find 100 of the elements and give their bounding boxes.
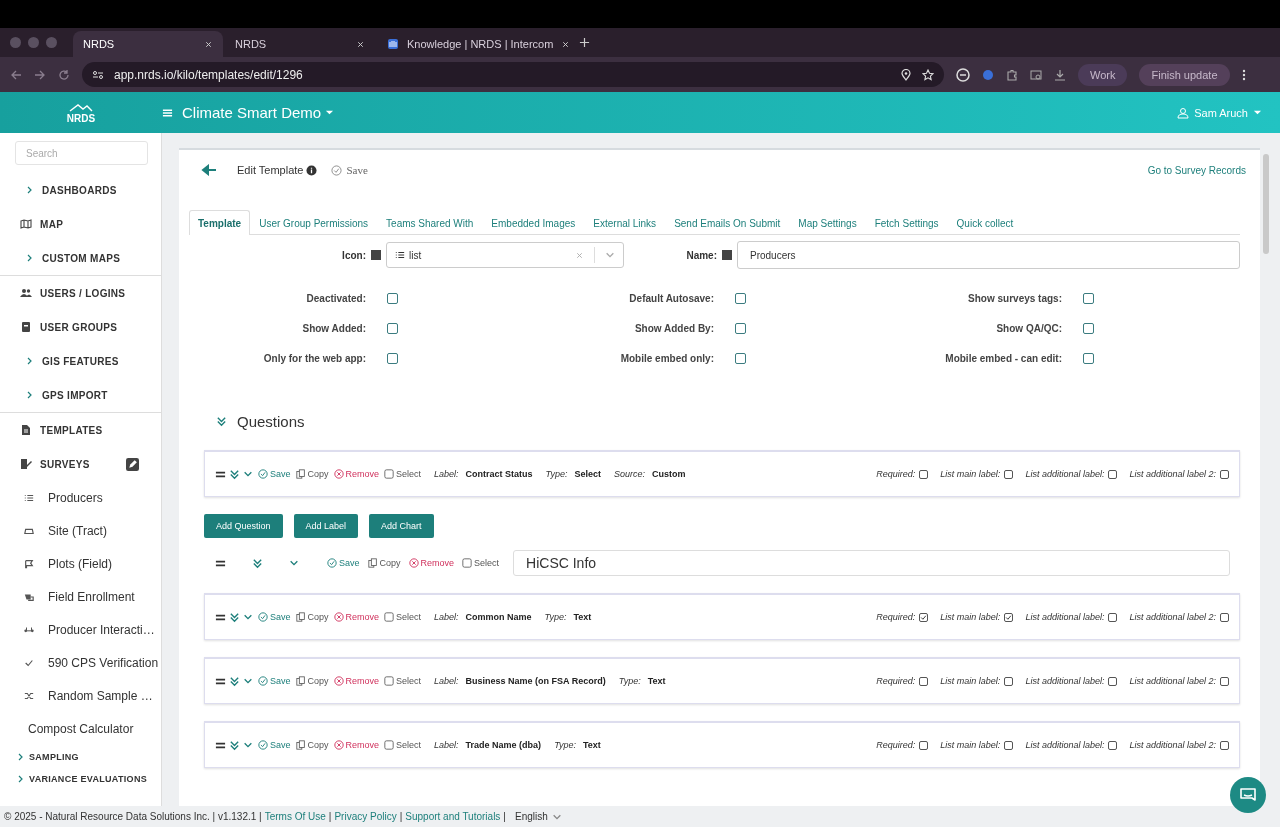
footer-link[interactable]: Support and Tutorials bbox=[405, 811, 501, 822]
sidebar-item[interactable]: Plots (Field) bbox=[0, 547, 161, 580]
add-button[interactable]: Add Label bbox=[293, 514, 359, 538]
tab[interactable]: External Links bbox=[584, 210, 666, 235]
search-field[interactable]: Search bbox=[15, 141, 148, 165]
sidebar-item[interactable]: SAMPLING bbox=[0, 746, 161, 768]
remove-button[interactable]: Remove bbox=[333, 469, 380, 479]
browser-tab[interactable]: NRDS bbox=[225, 31, 375, 57]
sidebar-item[interactable]: 590 CPS Verification bbox=[0, 646, 161, 679]
language-dropdown[interactable]: English bbox=[514, 811, 562, 822]
tab[interactable]: Template bbox=[189, 210, 251, 235]
add-button[interactable]: Add Question bbox=[204, 514, 283, 538]
browser-tab[interactable]: Knowledge | NRDS | Intercom bbox=[377, 31, 567, 57]
sidebar-item[interactable]: CUSTOM MAPS bbox=[0, 241, 161, 275]
checkbox[interactable] bbox=[919, 676, 929, 686]
checkbox[interactable] bbox=[387, 323, 398, 334]
sidebar-item[interactable]: USER GROUPS bbox=[0, 310, 161, 344]
checkbox[interactable] bbox=[1108, 612, 1118, 622]
label-field[interactable]: HiCSC Info bbox=[513, 550, 1230, 576]
minimize-dot-icon[interactable] bbox=[28, 37, 39, 48]
tab[interactable]: Quick collect bbox=[947, 210, 1023, 235]
sidebar-item[interactable]: GIS FEATURES bbox=[0, 344, 161, 378]
profile-button[interactable]: Work bbox=[1078, 63, 1128, 86]
address-bar[interactable]: app.nrds.io/kilo/templates/edit/1296 bbox=[82, 62, 944, 87]
sidebar-item[interactable]: TEMPLATES bbox=[0, 413, 161, 447]
tab[interactable]: Embedded Images bbox=[482, 210, 585, 235]
survey-records-link[interactable]: Go to Survey Records bbox=[1147, 164, 1246, 176]
footer-link[interactable]: Terms Of Use bbox=[264, 811, 326, 822]
browser-tab[interactable]: NRDS bbox=[73, 31, 223, 57]
checkbox[interactable] bbox=[735, 353, 746, 364]
sidebar-item[interactable]: Compost Calculator bbox=[0, 712, 161, 746]
copy-button[interactable]: Copy bbox=[295, 612, 329, 622]
remove-button[interactable]: Remove bbox=[333, 612, 380, 622]
caret-icon bbox=[243, 469, 253, 479]
sidebar-item[interactable]: DASHBOARDS bbox=[0, 173, 161, 207]
checkbox[interactable] bbox=[1108, 469, 1118, 479]
select-button[interactable]: Select bbox=[384, 604, 422, 630]
checkbox[interactable] bbox=[1083, 353, 1094, 364]
save-button[interactable]: Save bbox=[327, 558, 360, 568]
icon-select[interactable]: list bbox=[386, 242, 624, 268]
checkbox[interactable] bbox=[1004, 740, 1014, 750]
sidebar-item[interactable]: Producer Interacti… bbox=[0, 613, 161, 646]
checkbox[interactable] bbox=[1083, 323, 1094, 334]
checkbox[interactable] bbox=[1004, 676, 1014, 686]
sidebar-item[interactable]: USERS / LOGINS bbox=[0, 276, 161, 310]
checkbox[interactable] bbox=[1004, 612, 1014, 622]
remove-button[interactable]: Remove bbox=[333, 676, 380, 686]
sidebar-item[interactable]: Producers bbox=[0, 481, 161, 514]
footer-link[interactable]: Privacy Policy bbox=[334, 811, 397, 822]
sidebar-item[interactable]: GPS IMPORT bbox=[0, 378, 161, 412]
select-button[interactable]: Select bbox=[462, 550, 500, 576]
checkbox[interactable] bbox=[919, 612, 929, 622]
sidebar-item[interactable]: Random Sample … bbox=[0, 679, 161, 712]
chevron-icon bbox=[25, 390, 34, 400]
checkbox[interactable] bbox=[919, 740, 929, 750]
checkbox[interactable] bbox=[1220, 676, 1229, 686]
checkbox[interactable] bbox=[1220, 740, 1229, 750]
copy-button[interactable]: Copy bbox=[295, 740, 329, 750]
checkbox[interactable] bbox=[1220, 612, 1229, 622]
plus-icon bbox=[579, 37, 590, 48]
select-button[interactable]: Select bbox=[384, 732, 422, 758]
add-button[interactable]: Add Chart bbox=[369, 514, 434, 538]
tab[interactable]: Fetch Settings bbox=[865, 210, 948, 235]
sidebar-item[interactable]: MAP bbox=[0, 207, 161, 241]
name-field[interactable]: Producers bbox=[737, 241, 1240, 269]
tab[interactable]: Send Emails On Submit bbox=[665, 210, 790, 235]
checkbox[interactable] bbox=[1108, 676, 1118, 686]
sidebar-item[interactable]: SURVEYS bbox=[0, 447, 161, 481]
copy-button[interactable]: Copy bbox=[367, 558, 401, 568]
checkbox[interactable] bbox=[387, 293, 398, 304]
tab[interactable]: Teams Shared With bbox=[377, 210, 483, 235]
copy-button[interactable]: Copy bbox=[295, 676, 329, 686]
zoom-dot-icon[interactable] bbox=[46, 37, 57, 48]
checkbox[interactable] bbox=[1108, 740, 1118, 750]
remove-button[interactable]: Remove bbox=[333, 740, 380, 750]
update-button[interactable]: Finish update bbox=[1139, 63, 1230, 86]
checkbox[interactable] bbox=[387, 353, 398, 364]
save-button[interactable]: Save bbox=[258, 612, 291, 622]
sidebar-item[interactable]: Site (Tract) bbox=[0, 514, 161, 547]
save-button[interactable]: Save bbox=[258, 740, 291, 750]
sidebar-item[interactable]: Field Enrollment bbox=[0, 580, 161, 613]
remove-button[interactable]: Remove bbox=[408, 558, 455, 568]
checkbox[interactable] bbox=[1004, 469, 1014, 479]
new-tab-button[interactable] bbox=[579, 37, 590, 48]
checkbox[interactable] bbox=[1083, 293, 1094, 304]
copy-button[interactable]: Copy bbox=[295, 469, 329, 479]
checkbox[interactable] bbox=[735, 323, 746, 334]
select-button[interactable]: Select bbox=[384, 668, 422, 694]
save-button[interactable]: Save bbox=[258, 676, 291, 686]
field-value: Text bbox=[647, 676, 666, 686]
checkbox[interactable] bbox=[735, 293, 746, 304]
tab[interactable]: Map Settings bbox=[789, 210, 866, 235]
sidebar-item[interactable]: VARIANCE EVALUATIONS bbox=[0, 768, 161, 790]
select-button[interactable]: Select bbox=[384, 461, 422, 487]
save-button[interactable]: Save bbox=[331, 164, 368, 176]
close-dot-icon[interactable] bbox=[10, 37, 21, 48]
tab[interactable]: User Group Permissions bbox=[250, 210, 378, 235]
save-button[interactable]: Save bbox=[258, 469, 291, 479]
checkbox[interactable] bbox=[1220, 469, 1229, 479]
checkbox[interactable] bbox=[919, 469, 929, 479]
